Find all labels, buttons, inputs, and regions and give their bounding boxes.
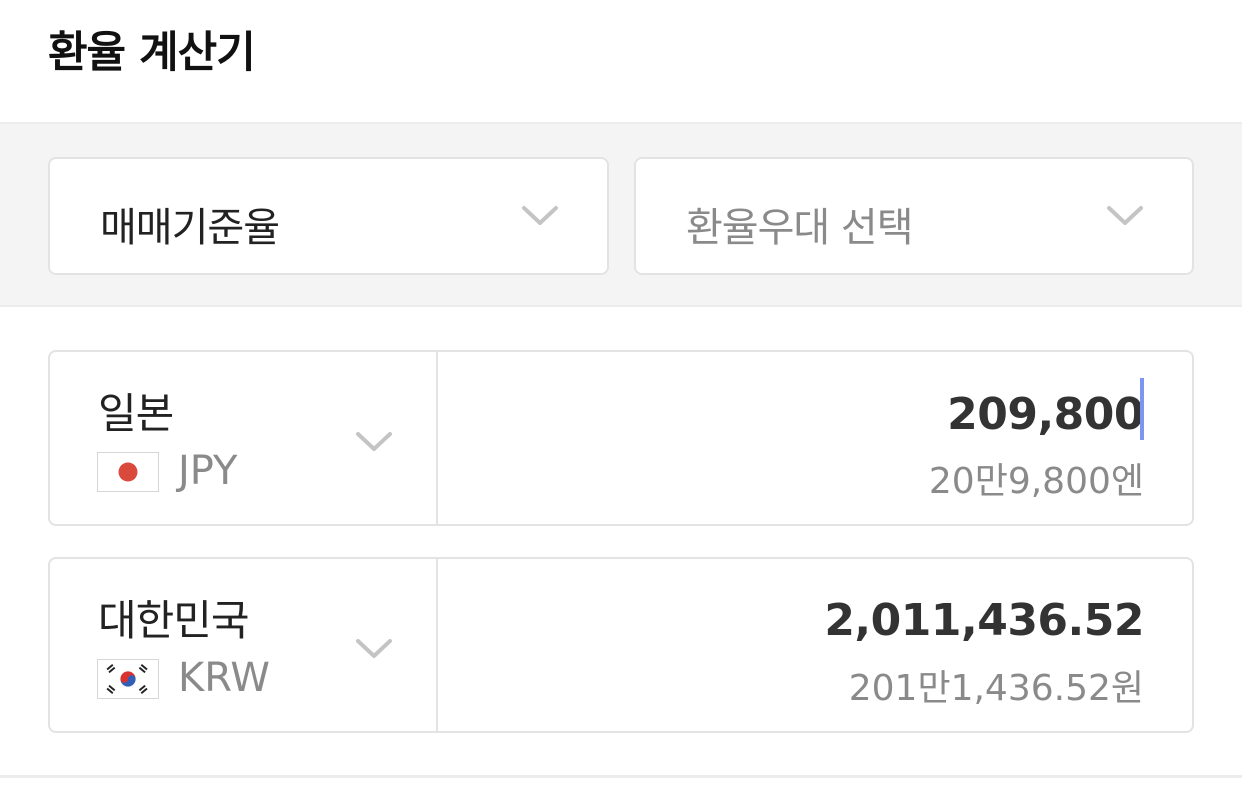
page-title: 환율 계산기 [48,28,256,78]
from-currency-row: 일본 JPY 20만9,800엔 [48,350,1194,526]
exchange-rate-calculator: 환율 계산기 매매기준율 환율우대 선택 일본 JPY 209,800 20만9… [0,0,1242,811]
amount-in-words: 201만1,436.52원 [848,668,1144,709]
rate-options: 매매기준율 환율우대 선택 [0,122,1242,307]
rate-type-select[interactable]: 매매기준율 [48,157,609,275]
rate-type-value: 매매기준율 [100,205,280,251]
preferential-rate-select[interactable]: 환율우대 선택 [634,157,1194,275]
text-caret [1140,378,1144,440]
chevron-down-icon [522,206,558,225]
from-currency-select[interactable]: 일본 JPY [50,352,438,524]
divider [0,775,1242,778]
to-amount-area: 2,011,436.52 201만1,436.52원 [439,559,1192,731]
header: 환율 계산기 [0,0,1242,122]
from-amount-area[interactable]: 20만9,800엔 [439,352,1192,524]
korea-flag-icon [97,659,159,699]
from-amount-input[interactable] [844,384,1144,444]
chevron-down-icon [356,432,392,451]
to-currency-row: 대한민국 KRW 2,011,436.52 201만1,436.52원 [48,557,1194,733]
chevron-down-icon [356,639,392,658]
country-name: 대한민국 [98,596,250,645]
to-currency-select[interactable]: 대한민국 KRW [50,559,438,731]
to-amount-value: 2,011,436.52 [824,595,1144,646]
preferential-rate-placeholder: 환율우대 선택 [686,205,914,251]
currency-code: KRW [178,655,270,701]
amount-in-words: 20만9,800엔 [928,461,1144,502]
currency-code: JPY [178,448,238,494]
japan-flag-icon [97,452,159,492]
country-name: 일본 [98,389,174,438]
chevron-down-icon [1107,206,1143,225]
